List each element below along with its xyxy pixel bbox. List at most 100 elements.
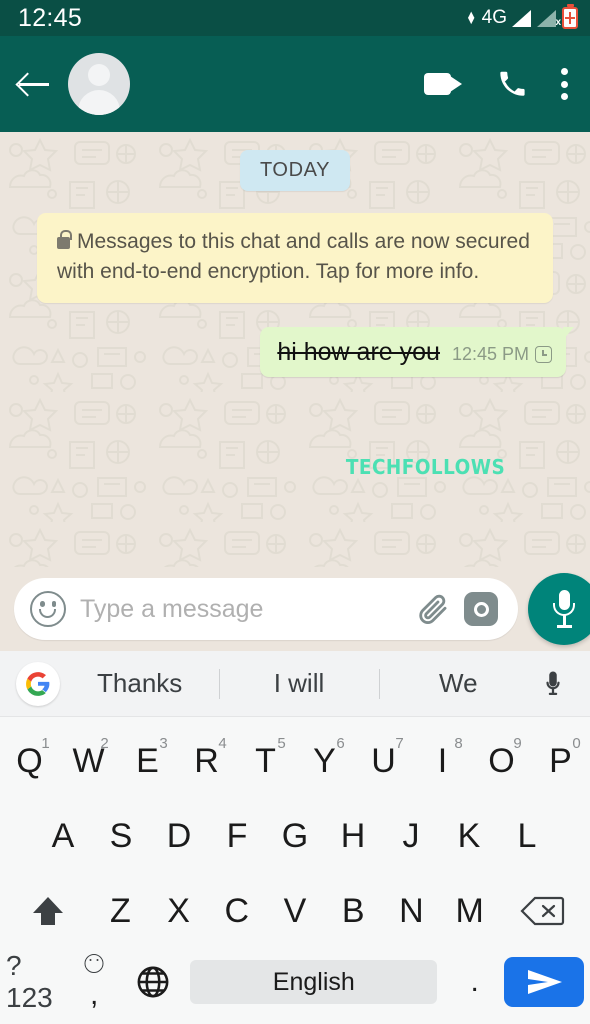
google-g-logo[interactable] (16, 661, 60, 706)
keyboard-suggestion-strip: Thanks I will We (0, 651, 590, 717)
chat-app-bar (0, 36, 590, 132)
app-bar-actions (424, 68, 572, 100)
key-g[interactable]: G (266, 798, 324, 873)
key-letter: S (109, 816, 133, 855)
key-number: 5 (277, 735, 286, 752)
key-l[interactable]: L (498, 798, 556, 873)
message-bubble[interactable]: hi how are you 12:45 PM (260, 327, 574, 377)
key-b[interactable]: B (324, 873, 382, 948)
shift-key-icon[interactable] (4, 873, 91, 948)
key-e[interactable]: 3E (118, 723, 177, 798)
status-bar: 12:45 ▲ ▼ 4G x (0, 0, 590, 36)
space-key-label: English (272, 967, 355, 996)
key-letter: H (340, 816, 366, 855)
phone-call-icon[interactable] (498, 69, 526, 99)
key-v[interactable]: V (266, 873, 324, 948)
key-q[interactable]: 1Q (0, 723, 59, 798)
signal-bars-no-sim-icon: x (537, 9, 561, 28)
mic-glyph (553, 590, 575, 628)
key-o[interactable]: 9O (472, 723, 531, 798)
space-key[interactable]: English (190, 960, 438, 1004)
suggestion-item-3[interactable]: We (379, 668, 538, 699)
date-divider-row: TODAY (0, 150, 590, 191)
key-letter: Q (16, 741, 43, 780)
key-number: 3 (159, 735, 168, 752)
clock-pending-icon (535, 346, 552, 363)
avatar[interactable] (68, 53, 130, 115)
search-input message-input[interactable] (80, 594, 402, 624)
key-letter: M (455, 891, 484, 930)
key-u[interactable]: 7U (354, 723, 413, 798)
status-icon-group: ▲ ▼ 4G x (465, 4, 578, 29)
key-letter: X (167, 891, 190, 930)
key-letter: O (488, 741, 515, 780)
whatsapp-chat-screen: 12:45 ▲ ▼ 4G x TODAY Messages to this ch… (0, 0, 590, 1024)
key-f[interactable]: F (208, 798, 266, 873)
microphone-icon[interactable] (528, 573, 590, 645)
emoji-smiley-icon[interactable] (30, 591, 66, 627)
google-g-glyph (26, 671, 50, 696)
more-options-icon[interactable] (560, 68, 568, 100)
battery-charging-icon (562, 4, 578, 29)
key-h[interactable]: H (324, 798, 382, 873)
paperclip-attach-icon[interactable] (416, 590, 450, 628)
key-x[interactable]: X (150, 873, 208, 948)
key-a[interactable]: A (34, 798, 92, 873)
key-number: 7 (395, 735, 404, 752)
keyboard-row-3: Z X C V B N M (0, 873, 590, 948)
key-k[interactable]: K (440, 798, 498, 873)
key-m[interactable]: M (441, 873, 499, 948)
backspace-key-icon[interactable] (499, 873, 586, 948)
key-number: 1 (41, 735, 50, 752)
suggestion-item-2[interactable]: I will (219, 668, 378, 699)
data-transfer-arrows-icon: ▲ ▼ (465, 9, 477, 27)
key-z[interactable]: Z (91, 873, 149, 948)
lock-icon (57, 230, 72, 249)
voice-input-mic-icon[interactable] (538, 669, 568, 699)
message-text: hi how are you (277, 338, 440, 366)
comma-key[interactable]: , (65, 948, 124, 1016)
key-d[interactable]: D (150, 798, 208, 873)
key-j[interactable]: J (382, 798, 440, 873)
key-letter: N (399, 891, 424, 930)
video-call-icon[interactable] (424, 71, 464, 97)
encryption-notice-text: Messages to this chat and calls are now … (57, 230, 530, 283)
suggestion-items: Thanks I will We (60, 668, 538, 699)
chat-message-area: TODAY Messages to this chat and calls ar… (0, 132, 590, 567)
key-r[interactable]: 4R (177, 723, 236, 798)
signal-bars-icon (512, 9, 532, 27)
key-y[interactable]: 6Y (295, 723, 354, 798)
key-letter: T (255, 741, 276, 780)
keyboard-row-2: A S D F G H J K L (0, 798, 590, 873)
key-s[interactable]: S (92, 798, 150, 873)
key-number: 4 (218, 735, 227, 752)
period-key[interactable]: . (445, 948, 504, 1016)
key-n[interactable]: N (382, 873, 440, 948)
comma-key-label: , (90, 978, 99, 1011)
message-input-bar (0, 567, 590, 651)
key-number: 8 (454, 735, 463, 752)
period-key-label: . (470, 965, 479, 998)
key-c[interactable]: C (208, 873, 266, 948)
key-i[interactable]: 8I (413, 723, 472, 798)
key-letter: Z (110, 891, 131, 930)
key-w[interactable]: 2W (59, 723, 118, 798)
encryption-notice[interactable]: Messages to this chat and calls are now … (37, 213, 553, 303)
camera-icon[interactable] (464, 592, 498, 626)
emoji-key-icon (84, 954, 104, 973)
key-letter: C (224, 891, 250, 930)
suggestion-item-1[interactable]: Thanks (60, 668, 219, 699)
phone-glyph (500, 71, 525, 96)
key-t[interactable]: 5T (236, 723, 295, 798)
key-number: 9 (513, 735, 522, 752)
key-letter: Y (313, 741, 336, 780)
globe-language-icon[interactable] (124, 948, 183, 1016)
key-p[interactable]: 0P (531, 723, 590, 798)
key-number: 6 (336, 735, 345, 752)
send-key[interactable] (504, 957, 584, 1007)
back-arrow-icon[interactable] (14, 64, 54, 104)
chat-content: TODAY Messages to this chat and calls ar… (0, 132, 590, 377)
symbols-key[interactable]: ?123 (6, 948, 65, 1016)
message-time: 12:45 PM (451, 344, 529, 364)
keyboard-row-1: 1Q 2W 3E 4R 5T 6Y 7U 8I 9O 0P (0, 723, 590, 798)
